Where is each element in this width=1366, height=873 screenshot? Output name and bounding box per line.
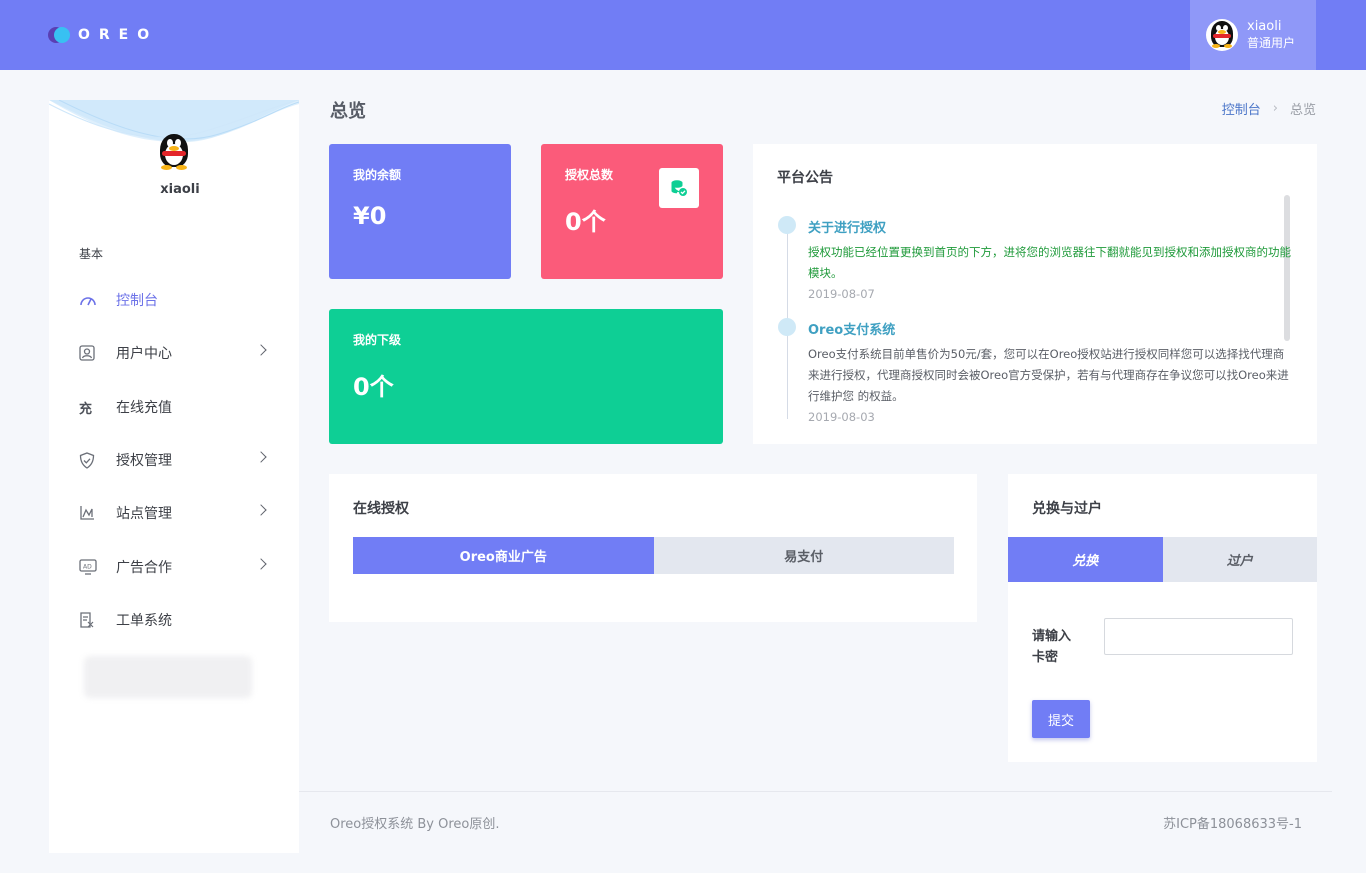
footer-icp[interactable]: 苏ICP备18068633号-1 <box>1163 813 1302 832</box>
logo-mark-icon <box>48 27 72 43</box>
sidebar-item-auth-management[interactable]: 授权管理 <box>79 445 279 475</box>
tab-epay[interactable]: 易支付 <box>653 537 954 574</box>
sidebar-item-label: 广告合作 <box>116 560 172 576</box>
sidebar-section-label: 基本 <box>79 247 104 261</box>
top-header: OREO xiaoli 普通用户 <box>0 0 1366 70</box>
online-auth-tabs: Oreo商业广告 易支付 <box>353 537 954 574</box>
footer-divider <box>299 791 1332 792</box>
header-user-name: xiaoli <box>1247 19 1282 34</box>
subordinates-label: 我的下级 <box>353 333 402 347</box>
sidebar-item-dashboard[interactable]: 控制台 <box>79 285 279 315</box>
notice-item-text: Oreo支付系统目前单售价为50元/套，您可以在Oreo授权站进行授权同样您可以… <box>808 347 1289 403</box>
footer-copyright: Oreo授权系统 By Oreo原创. <box>330 817 500 832</box>
sidebar-item-label: 站点管理 <box>116 506 172 522</box>
breadcrumb-home-link[interactable]: 控制台 <box>1222 99 1261 118</box>
sidebar-item-label: 控制台 <box>116 293 158 309</box>
breadcrumb-separator-icon: › <box>1272 101 1278 116</box>
notice-item-date: 2019-08-03 <box>808 410 875 424</box>
breadcrumb: 控制台 › 总览 <box>1222 99 1316 118</box>
logo-text: OREO <box>78 27 159 43</box>
user-menu[interactable]: xiaoli 普通用户 <box>1190 0 1316 70</box>
exchange-panel: 兑换与过户 兑换 过户 请输入卡密 提交 <box>1008 474 1317 762</box>
tab-exchange[interactable]: 兑换 <box>1008 537 1163 582</box>
penguin-avatar-icon <box>1209 21 1235 49</box>
sidebar-user-name: xiaoli <box>160 182 200 197</box>
recharge-icon: 充 <box>79 401 93 417</box>
sidebar-item-label: 在线充值 <box>116 400 172 416</box>
chevron-right-icon <box>255 558 267 570</box>
exchange-tabs: 兑换 过户 <box>1008 537 1317 582</box>
chevron-right-icon <box>255 451 267 463</box>
announcement-title: 平台公告 <box>777 170 833 186</box>
sidebar-item-site-management[interactable]: 站点管理 <box>79 498 279 528</box>
chevron-right-icon <box>255 344 267 356</box>
chevron-right-icon <box>255 504 267 516</box>
exchange-title: 兑换与过户 <box>1032 501 1102 517</box>
balance-card: 我的余额 ¥0 <box>329 144 511 279</box>
online-auth-title: 在线授权 <box>353 501 409 517</box>
tab-transfer[interactable]: 过户 <box>1162 537 1317 582</box>
submit-button[interactable]: 提交 <box>1032 700 1090 738</box>
timeline-dot-icon <box>778 318 796 336</box>
total-auth-card: 授权总数 0个 <box>541 144 723 279</box>
card-key-input[interactable] <box>1104 618 1293 655</box>
breadcrumb-current: 总览 <box>1289 103 1316 118</box>
notice-item-title[interactable]: Oreo支付系统 <box>808 319 895 338</box>
sidebar-item-label: 工单系统 <box>116 613 172 629</box>
sidebar-item-ticket-system[interactable]: 工单系统 <box>79 605 279 635</box>
page-title: 总览 <box>330 101 366 122</box>
total-auth-label: 授权总数 <box>565 168 614 182</box>
announcement-panel: 平台公告 关于进行授权 授权功能已经位置更换到首页的下方，进将您的浏览器往下翻就… <box>753 144 1317 444</box>
chart-icon <box>79 504 105 522</box>
blurred-placeholder <box>84 656 252 698</box>
sidebar-item-label: 用户中心 <box>116 346 172 362</box>
subordinates-value: 0个 <box>353 373 394 401</box>
logo[interactable]: OREO <box>48 24 158 46</box>
ad-icon: AD <box>79 558 105 576</box>
timeline-dot-icon <box>778 216 796 234</box>
penguin-avatar-icon <box>159 134 189 170</box>
sidebar-item-user-center[interactable]: 用户中心 <box>79 338 279 368</box>
svg-text:AD: AD <box>83 563 92 570</box>
sidebar-item-label: 授权管理 <box>116 453 172 469</box>
online-auth-panel: 在线授权 Oreo商业广告 易支付 <box>329 474 977 622</box>
database-check-icon <box>659 168 699 208</box>
sidebar-avatar[interactable] <box>157 133 191 171</box>
balance-label: 我的余额 <box>353 168 402 182</box>
avatar <box>1206 19 1238 51</box>
user-card-icon <box>79 344 105 362</box>
card-key-label: 请输入卡密 <box>1032 629 1072 665</box>
notice-item-text: 授权功能已经位置更换到首页的下方，进将您的浏览器往下翻就能见到授权和添加授权商的… <box>808 245 1291 280</box>
subordinates-card: 我的下级 0个 <box>329 309 723 444</box>
total-auth-value: 0个 <box>565 208 606 236</box>
header-user-role: 普通用户 <box>1247 36 1296 50</box>
notice-item-date: 2019-08-07 <box>808 287 875 301</box>
sidebar-item-recharge[interactable]: 充 在线充值 <box>79 392 279 422</box>
sidebar: xiaoli 基本 控制台 用户中心 充 在线充值 授权管理 站点管理 AD 广… <box>49 100 299 853</box>
notice-item-title[interactable]: 关于进行授权 <box>808 217 886 236</box>
tab-oreo-ads[interactable]: Oreo商业广告 <box>353 537 654 574</box>
sidebar-item-ad-cooperation[interactable]: AD 广告合作 <box>79 552 279 582</box>
shield-icon <box>79 451 105 469</box>
dashboard-icon <box>79 291 105 309</box>
balance-value: ¥0 <box>353 202 387 230</box>
ticket-icon <box>79 611 105 629</box>
